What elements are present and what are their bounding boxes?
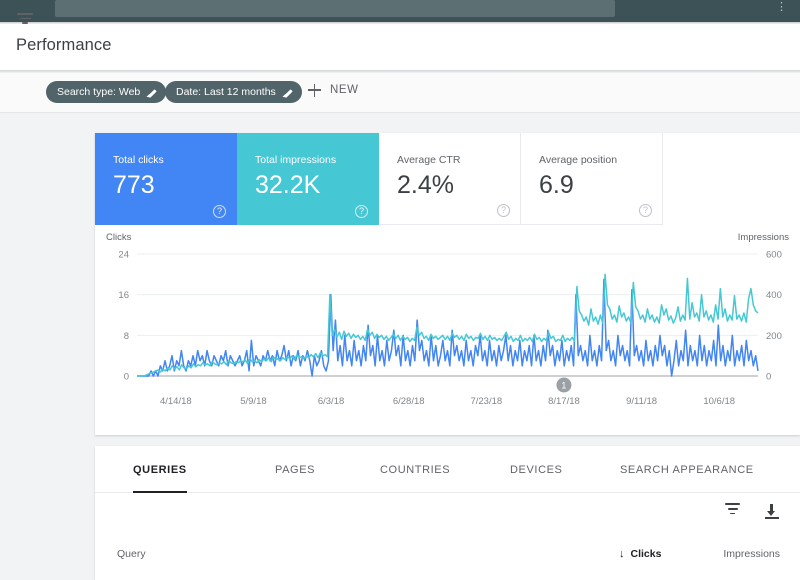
chart-x-tick: 5/9/18 — [240, 396, 266, 407]
metric-card-value: 2.4% — [397, 171, 454, 199]
metric-card-value: 6.9 — [539, 171, 574, 199]
chart-x-tick: 6/28/18 — [393, 396, 425, 407]
chart-right-tick: 600 — [766, 250, 782, 261]
chart-series-impressions — [137, 273, 759, 377]
help-icon[interactable]: ? — [213, 205, 226, 218]
filter-chip-date-label: Date: Last 12 months — [176, 86, 276, 98]
column-header-clicks-label: Clicks — [630, 548, 662, 560]
metric-card-total-impressions[interactable]: Total impressions 32.2K ? — [237, 133, 379, 225]
chart-annotation-marker[interactable]: 1 — [556, 377, 572, 393]
performance-panel: Total clicks 773 ? Total impressions 32.… — [95, 133, 800, 435]
pencil-icon[interactable] — [283, 87, 294, 98]
metric-card-label: Average position — [539, 154, 618, 166]
filter-icon[interactable] — [17, 13, 33, 27]
chart-x-tick: 6/3/18 — [318, 396, 344, 407]
tab-devices[interactable]: DEVICES — [510, 446, 563, 493]
chart-right-axis-title: Impressions — [737, 232, 789, 243]
chart-right-tick: 400 — [766, 290, 782, 301]
tab-countries[interactable]: COUNTRIES — [380, 446, 450, 493]
chart-left-tick: 0 — [124, 372, 129, 383]
chart-x-tick: 4/14/18 — [160, 396, 192, 407]
filter-chip-search-type[interactable]: Search type: Web — [46, 81, 167, 103]
chart-left-tick: 24 — [118, 250, 129, 261]
metric-card-label: Average CTR — [397, 154, 461, 166]
chart-left-tick: 8 — [124, 331, 129, 342]
new-filter-label: NEW — [330, 83, 359, 96]
page-title: Performance — [16, 36, 112, 54]
chart-left-tick: 16 — [118, 290, 129, 301]
new-filter-button[interactable]: NEW — [308, 83, 359, 97]
app-bar: ⋮ — [0, 0, 800, 22]
plus-icon — [308, 83, 321, 97]
help-icon[interactable]: ? — [639, 204, 652, 217]
sort-descending-icon: ↓ — [619, 548, 625, 560]
filter-chip-date[interactable]: Date: Last 12 months — [165, 81, 302, 103]
metric-card-label: Total clicks — [113, 154, 164, 166]
chart-right-tick: 200 — [766, 331, 782, 342]
performance-chart[interactable]: Clicks Impressions 0 0 8 200 16 400 24 600 4/14/… — [95, 226, 800, 435]
help-icon[interactable]: ? — [497, 204, 510, 217]
help-icon[interactable]: ? — [355, 205, 368, 218]
chart-x-tick: 7/23/18 — [470, 396, 502, 407]
tab-queries[interactable]: QUERIES — [133, 446, 187, 493]
more-vert-icon[interactable]: ⋮ — [776, 2, 787, 13]
title-bar: Performance — [0, 24, 800, 70]
metric-card-label: Total impressions — [255, 154, 337, 166]
filter-chip-search-type-label: Search type: Web — [57, 86, 141, 98]
column-header-query[interactable]: Query — [117, 548, 146, 560]
chart-right-tick: 0 — [766, 372, 771, 383]
metric-card-average-position[interactable]: Average position 6.9 ? — [521, 133, 663, 225]
tab-search-appearance[interactable]: SEARCH APPEARANCE — [620, 446, 754, 493]
tab-pages[interactable]: PAGES — [275, 446, 315, 493]
svg-text:1: 1 — [561, 381, 566, 391]
chart-left-axis-title: Clicks — [106, 232, 132, 243]
global-search-input[interactable] — [55, 0, 615, 17]
table-header-row: Query ↓ Clicks Impressions — [95, 534, 800, 580]
metric-card-total-clicks[interactable]: Total clicks 773 ? — [95, 133, 237, 225]
metric-card-value: 32.2K — [255, 171, 321, 199]
column-header-clicks[interactable]: ↓ Clicks — [619, 548, 661, 560]
metric-card-average-ctr[interactable]: Average CTR 2.4% ? — [379, 133, 521, 225]
table-tools — [724, 503, 780, 520]
dimension-table-panel: QUERIES PAGES COUNTRIES DEVICES SEARCH APPEA… — [95, 446, 800, 580]
metric-cards: Total clicks 773 ? Total impressions 32.… — [95, 133, 663, 225]
metric-card-value: 773 — [113, 171, 155, 199]
chart-x-tick: 10/6/18 — [703, 396, 735, 407]
filter-icon[interactable] — [724, 503, 741, 520]
download-icon[interactable] — [763, 503, 780, 520]
chart-x-tick: 9/11/18 — [626, 396, 657, 407]
pencil-icon[interactable] — [147, 87, 158, 98]
chart-canvas: 0 0 8 200 16 400 24 600 4/14/18 5/9/18 6/3/18 6/28/… — [118, 250, 782, 408]
dimension-tabs: QUERIES PAGES COUNTRIES DEVICES SEARCH APPEA… — [95, 446, 800, 493]
column-header-impressions[interactable]: Impressions — [723, 548, 780, 560]
chart-x-tick: 8/17/18 — [548, 396, 580, 407]
